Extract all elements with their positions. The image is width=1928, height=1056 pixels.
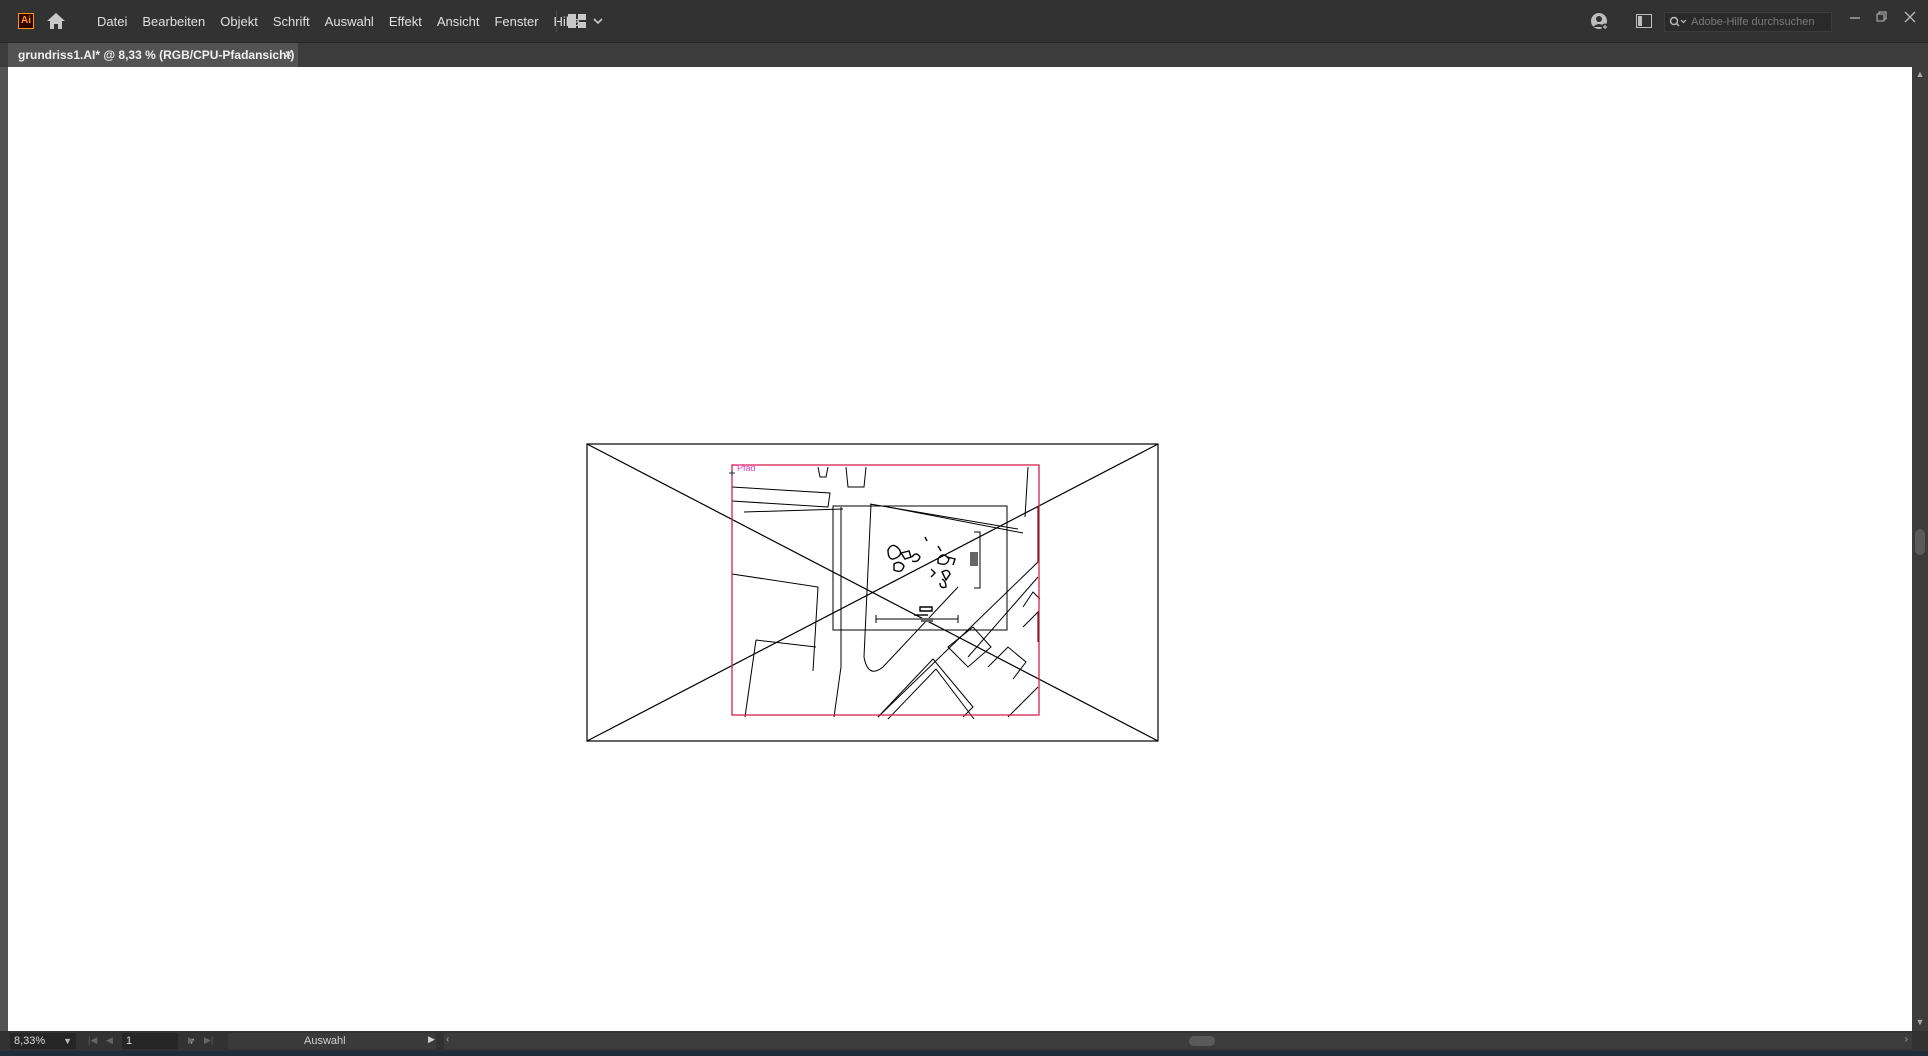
artboard-number-value: 1 — [126, 1035, 133, 1047]
help-search[interactable] — [1664, 12, 1832, 32]
artboard-number-field[interactable]: 1 ▼ — [122, 1033, 196, 1049]
workspace-switcher[interactable] — [568, 12, 606, 30]
current-tool-status[interactable]: Auswahl — [228, 1033, 436, 1049]
menu-datei[interactable]: Datei — [97, 14, 127, 29]
scroll-down-icon[interactable]: ▼ — [1915, 1017, 1925, 1027]
document-tab-bar: grundriss1.AI* @ 8,33 % (RGB/CPU-Pfadans… — [0, 43, 1928, 67]
main-menu: Datei Bearbeiten Objekt Schrift Auswahl … — [97, 0, 595, 42]
taskbar-edge — [0, 1051, 1928, 1056]
canvas[interactable]: Pfad — [8, 67, 1912, 1031]
previous-artboard-icon[interactable]: ◀ — [106, 1035, 113, 1046]
menu-objekt[interactable]: Objekt — [220, 14, 258, 29]
help-search-input[interactable] — [1689, 15, 1823, 29]
chevron-down-icon[interactable]: ▼ — [63, 1033, 72, 1049]
status-bar: 8,33% ▼ |◀ ◀ 1 ▼ ▶ ▶| Auswahl ▶ ‹ › — [0, 1031, 1928, 1051]
next-artboard-icon[interactable]: ▶ — [188, 1035, 195, 1046]
menu-fenster[interactable]: Fenster — [494, 14, 538, 29]
artwork: Pfad — [586, 443, 1159, 742]
menu-schrift[interactable]: Schrift — [273, 14, 310, 29]
chevron-down-icon — [593, 18, 603, 25]
menu-divider — [556, 10, 557, 32]
minimize-icon[interactable] — [1845, 10, 1865, 28]
tab-close-button[interactable]: × — [285, 47, 292, 61]
menu-bar: Ai Datei Bearbeiten Objekt Schrift Auswa… — [0, 0, 1928, 43]
menu-auswahl[interactable]: Auswahl — [325, 14, 374, 29]
status-menu-arrow-icon[interactable]: ▶ — [428, 1034, 435, 1045]
horizontal-scrollbar[interactable]: ‹ › — [444, 1033, 1912, 1049]
document-tab-title: grundriss1.AI* @ 8,33 % (RGB/CPU-Pfadans… — [18, 48, 295, 62]
current-tool-label: Auswahl — [304, 1035, 346, 1047]
smart-guide-cursor — [729, 470, 735, 476]
close-icon[interactable] — [1900, 10, 1920, 28]
restore-icon[interactable] — [1872, 10, 1892, 28]
vertical-scrollbar[interactable]: ▲ ▼ — [1912, 67, 1928, 1031]
menu-ansicht[interactable]: Ansicht — [437, 14, 480, 29]
user-icon[interactable] — [1590, 12, 1610, 32]
vertical-scroll-thumb[interactable] — [1915, 529, 1925, 555]
scroll-up-icon[interactable]: ▲ — [1915, 69, 1925, 79]
smart-guide-label: Pfad — [737, 463, 756, 473]
workspace-icon — [568, 14, 586, 28]
first-artboard-icon[interactable]: |◀ — [88, 1035, 97, 1046]
menu-effekt[interactable]: Effekt — [389, 14, 422, 29]
zoom-level-value: 8,33% — [14, 1035, 46, 1047]
detail-objects — [887, 536, 956, 616]
document-tab[interactable]: grundriss1.AI* @ 8,33 % (RGB/CPU-Pfadans… — [8, 43, 298, 67]
scroll-right-icon[interactable]: › — [1905, 1034, 1908, 1045]
home-icon[interactable] — [46, 12, 66, 30]
canvas-left-edge — [0, 67, 8, 1031]
search-icon — [1669, 16, 1687, 27]
horizontal-scroll-thumb[interactable] — [1189, 1036, 1215, 1046]
site-plan-drawing — [731, 466, 1041, 720]
last-artboard-icon[interactable]: ▶| — [204, 1035, 213, 1046]
menu-bearbeiten[interactable]: Bearbeiten — [142, 14, 205, 29]
illustrator-logo: Ai — [18, 13, 34, 29]
selection-bounds[interactable] — [731, 464, 1040, 716]
zoom-level-field[interactable]: 8,33% ▼ — [10, 1033, 76, 1049]
scroll-left-icon[interactable]: ‹ — [446, 1034, 449, 1045]
outer-frame — [586, 443, 1159, 742]
panel-icon[interactable] — [1636, 14, 1654, 28]
